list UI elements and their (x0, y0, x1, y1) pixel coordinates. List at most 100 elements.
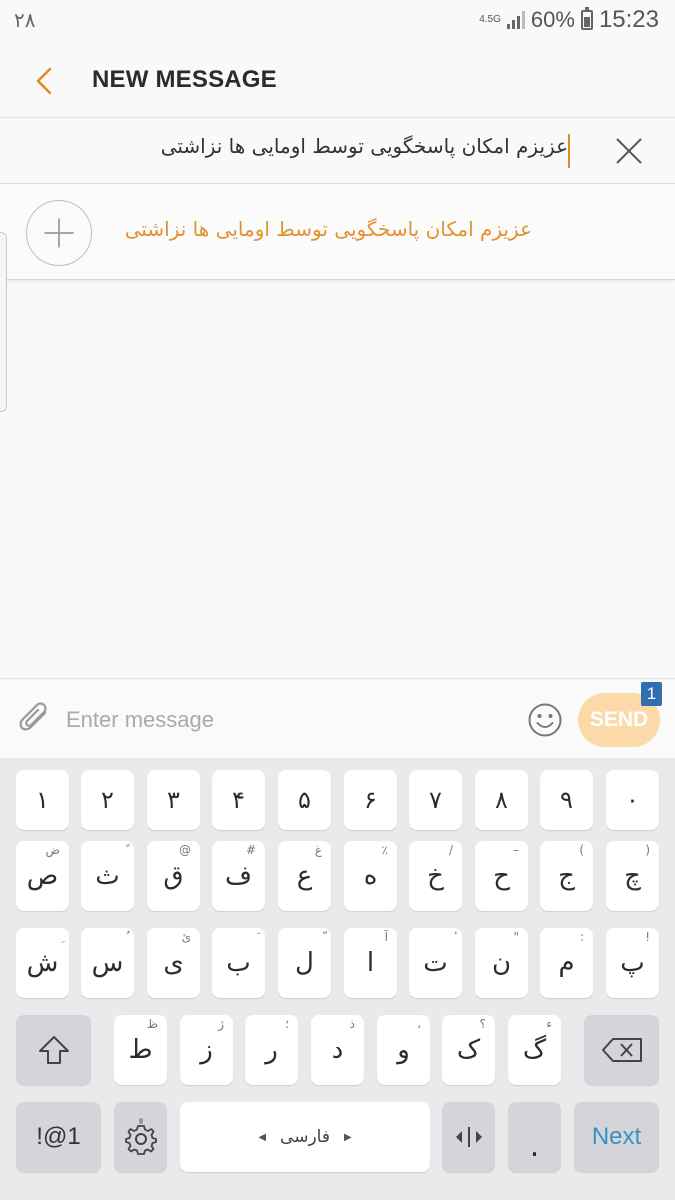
key-khe[interactable]: / خ (409, 841, 462, 911)
key-gaf[interactable]: ءگ (508, 1015, 561, 1085)
status-bar: ۲۸ 4.5G 60% 15:23 (0, 0, 675, 42)
key-kaf[interactable]: ؟ ک (442, 1015, 495, 1085)
key-dal[interactable]: ذد (311, 1015, 364, 1085)
key-2[interactable]: ۲ (81, 770, 134, 830)
recipient-input[interactable]: عزیزم امکان پاسخگویی توسط اومایی ها نزاش… (150, 134, 570, 168)
arrow-left-icon: ◀ (258, 1131, 267, 1143)
key-label: ۳ (167, 786, 180, 814)
key-ye[interactable]: ئی (147, 928, 200, 998)
page-title: NEW MESSAGE (92, 66, 277, 93)
cursor-control-key[interactable] (442, 1102, 495, 1172)
key-5[interactable]: ۵ (278, 770, 331, 830)
edge-panel-handle[interactable] (0, 232, 7, 412)
key-te[interactable]: ٔت (409, 928, 462, 998)
key-che[interactable]: ) چ (606, 841, 659, 911)
key-hint: ) (645, 843, 650, 857)
key-label: ن (491, 948, 512, 978)
key-hint: ظ (146, 1017, 158, 1031)
key-label: ز (200, 1035, 213, 1065)
next-key[interactable]: Next (574, 1102, 659, 1172)
key-hint: ض (45, 843, 60, 857)
status-icons: 4.5G 60% 15:23 (479, 6, 659, 34)
key-label: د (331, 1035, 344, 1065)
key-label: ج (558, 861, 575, 891)
key-label: ط (128, 1035, 153, 1065)
key-label: ا (366, 948, 375, 978)
key-label: ۸ (495, 786, 508, 814)
screen: ۲۸ 4.5G 60% 15:23 NEW MESSAGE عزیزم امکا… (0, 0, 675, 1200)
key-he[interactable]: ٪ ه (344, 841, 397, 911)
paperclip-icon[interactable] (18, 701, 52, 737)
plus-icon[interactable] (26, 200, 92, 266)
key-he-jimi[interactable]: – ح (475, 841, 528, 911)
key-eyn[interactable]: غع (278, 841, 331, 911)
key-9[interactable]: ۹ (540, 770, 593, 830)
key-hint: – (513, 843, 519, 857)
key-alef[interactable]: آا (344, 928, 397, 998)
period-label: . (529, 1128, 540, 1164)
key-shin[interactable]: ِش (16, 928, 69, 998)
smiley-icon[interactable] (527, 702, 563, 738)
compose-bar: SEND (0, 678, 675, 758)
backspace-icon (601, 1038, 642, 1062)
key-ta[interactable]: ظط (114, 1015, 167, 1085)
chevron-left-icon[interactable] (30, 64, 60, 98)
key-7[interactable]: ۷ (409, 770, 462, 830)
battery-icon (580, 7, 593, 30)
key-fe[interactable]: # ف (212, 841, 265, 911)
key-hint: : (579, 930, 584, 944)
key-sad[interactable]: ضص (16, 841, 69, 911)
key-label: ۷ (429, 786, 442, 814)
key-se[interactable]: ًث (81, 841, 134, 911)
key-4[interactable]: ۴ (212, 770, 265, 830)
key-label: ۲ (101, 786, 114, 814)
key-hint: ٪ (381, 843, 388, 857)
key-hint: ، (417, 1017, 421, 1031)
key-ze[interactable]: ژز (180, 1015, 233, 1085)
key-hint: ئ (181, 930, 191, 944)
key-label: ق (163, 861, 184, 891)
network-type: 4.5G (479, 14, 501, 25)
key-label: ۱ (36, 786, 49, 814)
suggestion-name[interactable]: عزیزم امکان پاسخگویی توسط اومایی ها نزاش… (112, 217, 532, 241)
symbols-key[interactable]: !@1 (16, 1102, 101, 1172)
shift-key[interactable] (16, 1015, 91, 1085)
key-qaf[interactable]: @ ق (147, 841, 200, 911)
key-hint: ژ (218, 1017, 224, 1031)
key-label: ه (363, 861, 378, 891)
key-label: ر (265, 1035, 278, 1065)
key-mim[interactable]: :م (540, 928, 593, 998)
space-key[interactable]: ◀ فارسی ▶ (180, 1102, 430, 1172)
key-label: ص (26, 861, 59, 891)
settings-key[interactable] (114, 1102, 167, 1172)
key-8[interactable]: ۸ (475, 770, 528, 830)
key-label: ۵ (298, 786, 311, 814)
key-0[interactable]: ۰ (606, 770, 659, 830)
key-pe[interactable]: ! پ (606, 928, 659, 998)
key-nun[interactable]: " ن (475, 928, 528, 998)
key-6[interactable]: ۶ (344, 770, 397, 830)
key-hint: @ (179, 843, 191, 857)
contact-suggestion[interactable]: عزیزم امکان پاسخگویی توسط اومایی ها نزاش… (0, 185, 675, 280)
key-re[interactable]: ؛ ر (245, 1015, 298, 1085)
key-label: ۰ (626, 786, 639, 814)
key-lam[interactable]: ّل (278, 928, 331, 998)
space-content: ◀ فارسی ▶ (258, 1127, 351, 1147)
arrow-right-icon: ▶ (343, 1131, 352, 1143)
key-hint: ؛ (285, 1017, 289, 1031)
key-3[interactable]: ۳ (147, 770, 200, 830)
backspace-key[interactable] (584, 1015, 659, 1085)
send-count-badge: 1 (641, 682, 662, 706)
key-sin[interactable]: ُس (81, 928, 134, 998)
key-be[interactable]: َب (212, 928, 265, 998)
key-1[interactable]: ۱ (16, 770, 69, 830)
key-hint: ؟ (479, 1017, 486, 1031)
key-vav[interactable]: ، و (377, 1015, 430, 1085)
key-label: ی (163, 948, 184, 978)
battery-percent: 60% (530, 7, 575, 32)
key-jim[interactable]: (ج (540, 841, 593, 911)
language-label: فارسی (280, 1127, 330, 1147)
message-input[interactable] (66, 703, 506, 737)
close-icon[interactable] (615, 137, 643, 165)
period-key[interactable]: . (508, 1102, 561, 1172)
